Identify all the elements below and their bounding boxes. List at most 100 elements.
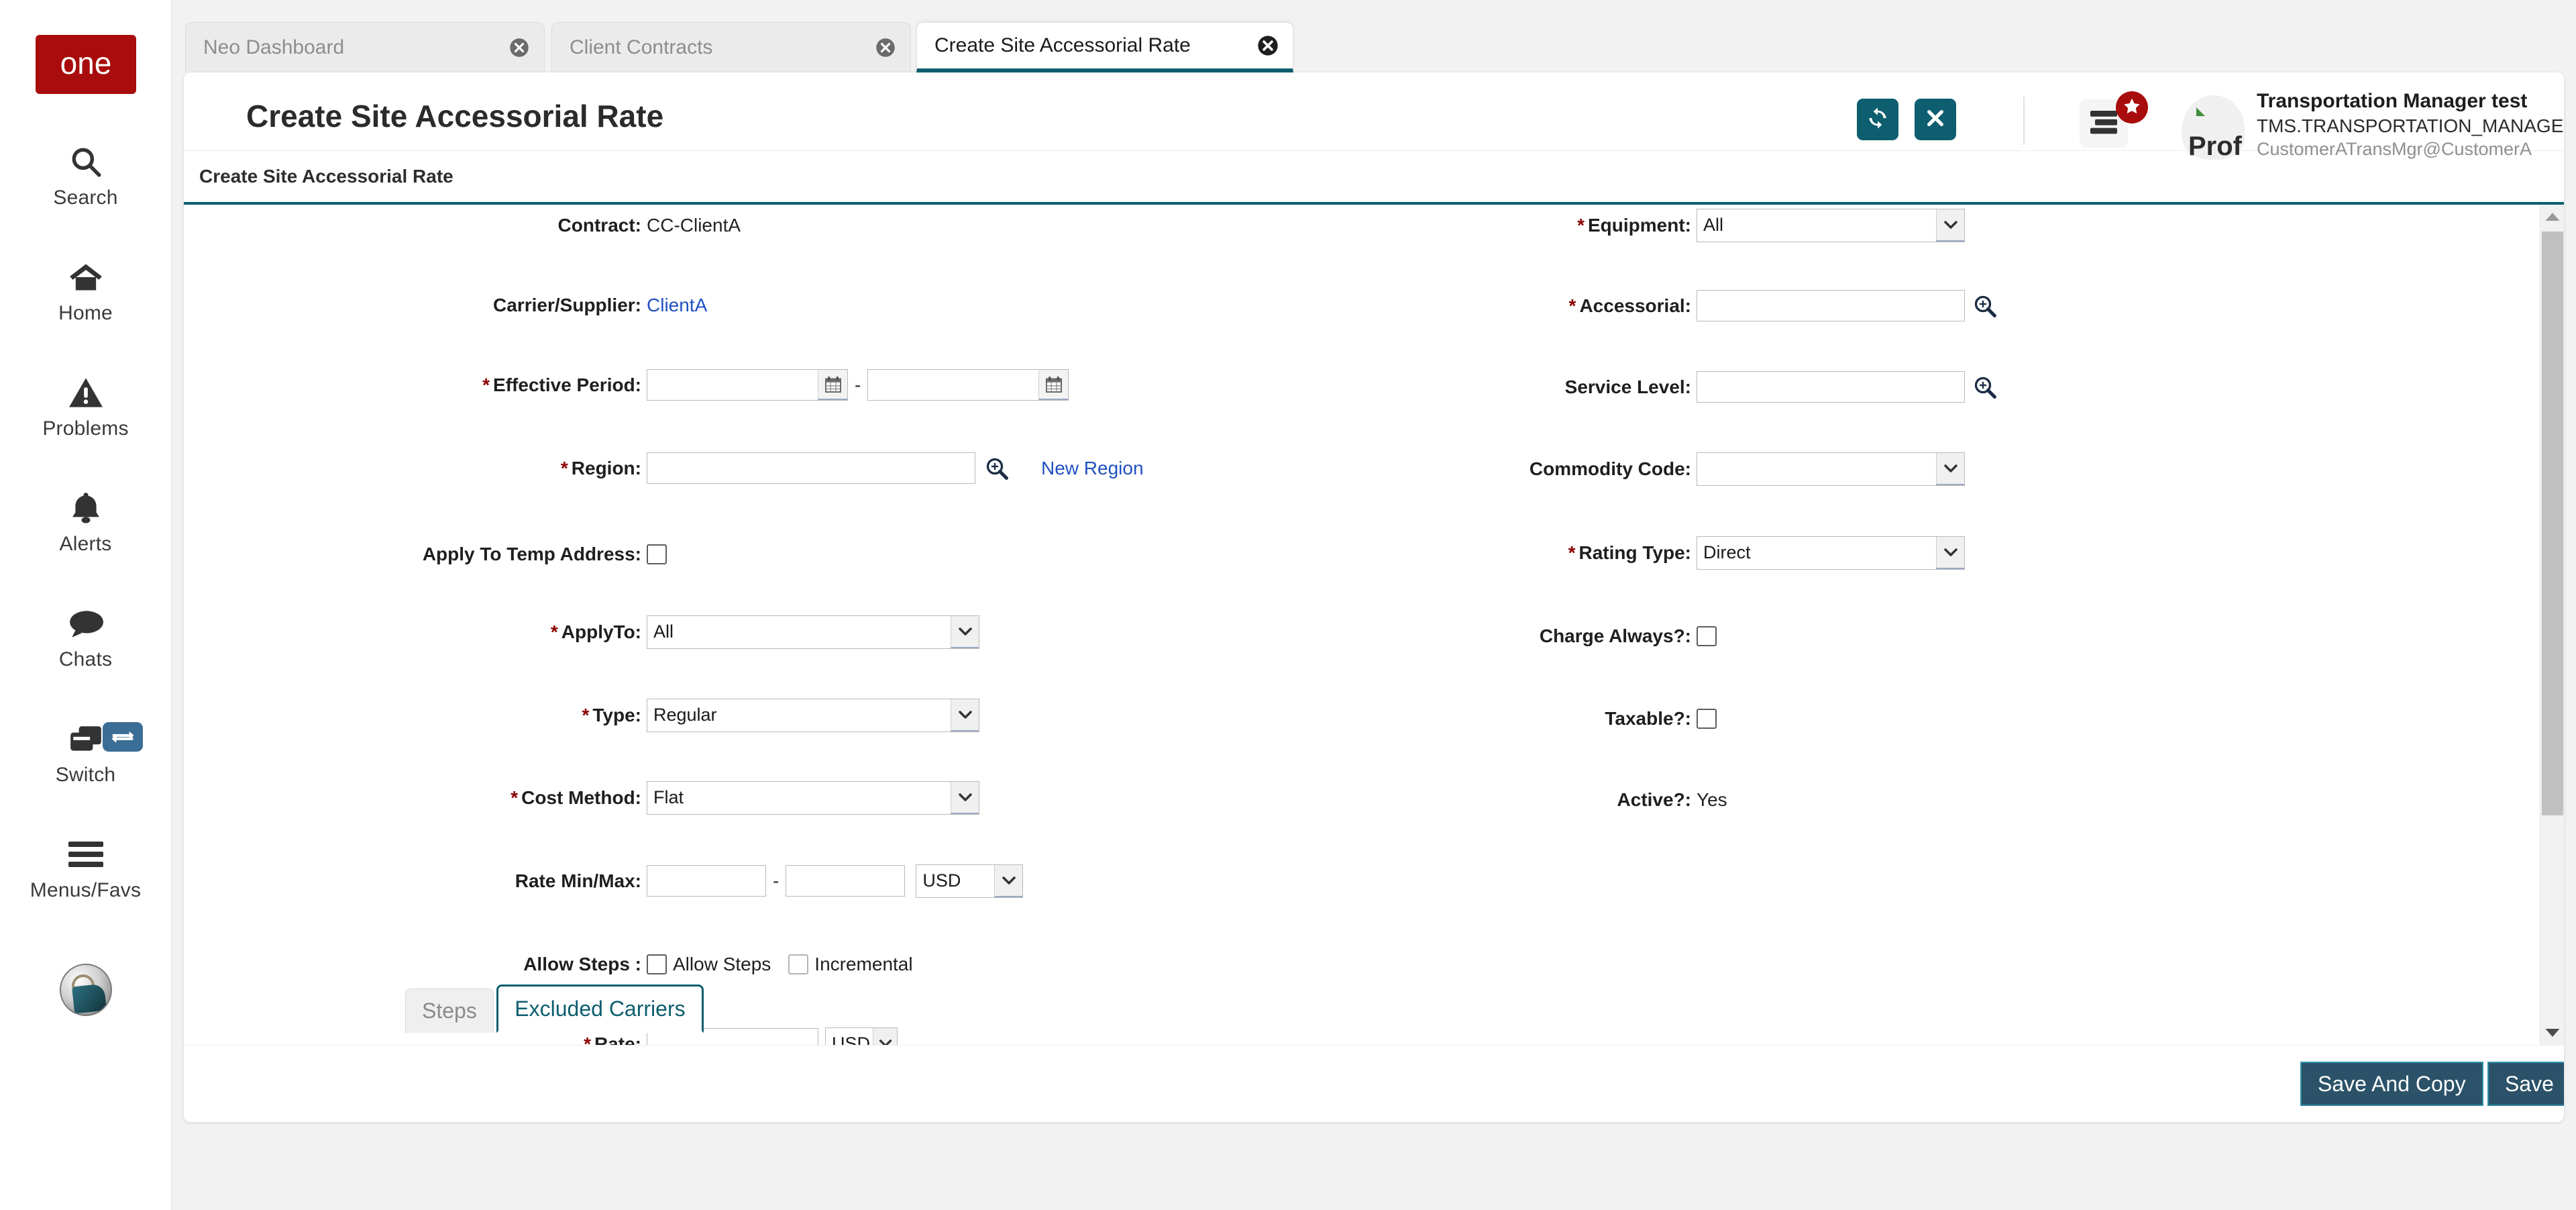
service-level-search-icon[interactable] [1965, 375, 1997, 399]
field-row-accessorial: *Accessorial: [1324, 285, 2330, 326]
switch-toggle-badge[interactable] [103, 722, 143, 752]
sidebar-item-problems[interactable]: Problems [15, 372, 156, 440]
rate-min-max-separator: - [766, 870, 786, 892]
form-scroll-thumb[interactable] [2542, 232, 2563, 815]
taxable-checkbox[interactable] [1697, 709, 1717, 729]
field-row-type: *Type: Regular [184, 695, 1324, 736]
rate-min-input[interactable] [647, 865, 766, 897]
calendar-icon[interactable] [818, 370, 847, 400]
field-row-active: Active?: Yes [1324, 779, 2330, 820]
tab-excluded-carriers[interactable]: Excluded Carriers [496, 985, 703, 1033]
calendar-icon[interactable] [1038, 370, 1068, 400]
field-row-charge-always: Charge Always?: [1324, 615, 2330, 656]
service-level-label: Service Level: [1324, 376, 1697, 398]
charge-always-label: Charge Always?: [1324, 625, 1697, 647]
apply-temp-address-checkbox[interactable] [647, 544, 667, 564]
equipment-selected-value: All [1703, 215, 1723, 236]
header-divider [2023, 97, 2025, 145]
refresh-icon [1866, 107, 1889, 133]
region-search-icon[interactable] [975, 456, 1009, 481]
sidebar-item-home[interactable]: Home [15, 256, 156, 325]
commodity-code-select[interactable] [1697, 452, 1965, 486]
button-label: Save And Copy [2318, 1072, 2466, 1097]
type-select[interactable]: Regular [647, 699, 979, 732]
equipment-select[interactable]: All [1697, 209, 1965, 242]
service-level-input[interactable] [1697, 371, 1965, 403]
sidebar-item-search[interactable]: Search [15, 141, 156, 209]
tab-neo-dashboard[interactable]: Neo Dashboard [185, 22, 545, 72]
panel-subtitle: Create Site Accessorial Rate [199, 166, 453, 187]
incremental-checkbox[interactable] [788, 954, 808, 974]
region-label: *Region: [184, 458, 647, 479]
applyto-selected-value: All [653, 621, 674, 642]
rating-type-selected-value: Direct [1703, 542, 1751, 563]
close-icon[interactable] [874, 36, 897, 59]
contract-value: CC-ClientA [647, 215, 741, 236]
cost-method-select[interactable]: Flat [647, 781, 979, 815]
effective-period-to-wrap [867, 369, 1069, 401]
field-row-allow-steps: Allow Steps : Allow Steps Incremental [184, 944, 1324, 985]
user-role: TMS.TRANSPORTATION_MANAGER [2257, 115, 2564, 137]
tab-steps[interactable]: Steps [405, 989, 494, 1033]
warning-triangle-icon [62, 372, 109, 413]
page-content-card: Create Site Accessorial Rate [184, 72, 2564, 1122]
sidebar-item-label: Problems [42, 417, 128, 440]
rating-type-select[interactable]: Direct [1697, 536, 1965, 570]
field-row-rating-type: *Rating Type: Direct [1324, 532, 2330, 573]
save-and-copy-button[interactable]: Save And Copy [2300, 1062, 2483, 1106]
form-left-column: Contract: CC-ClientA Carrier/Supplier: C… [184, 205, 1324, 655]
rate-min-max-currency-select[interactable]: USD [916, 864, 1023, 898]
commodity-code-label: Commodity Code: [1324, 458, 1697, 480]
accessorial-label: *Accessorial: [1324, 295, 1697, 317]
new-region-link[interactable]: New Region [1009, 458, 1144, 479]
one-logo[interactable]: one [36, 35, 136, 94]
scroll-up-icon[interactable] [2540, 205, 2564, 229]
browser-tabstrip: Neo Dashboard Client Contracts Create Si… [172, 0, 2576, 72]
rate-currency-value: USD [832, 1033, 870, 1045]
contract-label: Contract: [184, 215, 647, 236]
sidebar-item-alerts[interactable]: Alerts [15, 487, 156, 556]
region-input[interactable] [647, 452, 975, 484]
carrier-supplier-label: Carrier/Supplier: [184, 295, 647, 316]
form-vertical-scrollbar[interactable] [2540, 205, 2564, 1045]
field-row-rate-min-max: Rate Min/Max: - USD [184, 860, 1324, 901]
favorites-star-badge[interactable] [2116, 91, 2148, 123]
effective-period-separator: - [848, 374, 867, 396]
sidebar-item-menus-favs[interactable]: Menus/Favs [15, 834, 156, 902]
required-asterisk: * [1577, 215, 1588, 236]
allow-steps-checkbox[interactable] [647, 954, 667, 974]
chevron-down-icon [951, 616, 979, 648]
applyto-select[interactable]: All [647, 615, 979, 649]
field-row-equipment: *Equipment: All [1324, 205, 2330, 246]
allow-steps-checkbox-label: Allow Steps [667, 954, 788, 975]
scroll-down-icon[interactable] [2540, 1021, 2564, 1045]
close-icon[interactable] [1256, 34, 1279, 57]
sidebar-user-avatar[interactable] [60, 964, 112, 1016]
sidebar-item-switch[interactable]: Switch [15, 718, 156, 787]
footer-action-bar: Save And Copy Save Close [184, 1045, 2564, 1122]
rating-type-label: *Rating Type: [1324, 542, 1697, 564]
close-page-button[interactable] [1915, 99, 1956, 140]
refresh-button[interactable] [1857, 99, 1898, 140]
tab-client-contracts[interactable]: Client Contracts [551, 22, 911, 72]
page-title: Create Site Accessorial Rate [246, 98, 663, 134]
carrier-supplier-link[interactable]: ClientA [647, 295, 707, 316]
applyto-label: *ApplyTo: [184, 621, 647, 643]
sidebar-item-label: Menus/Favs [30, 879, 141, 902]
field-row-contract: Contract: CC-ClientA [184, 205, 1324, 246]
rate-max-input[interactable] [786, 865, 905, 897]
menu-list-icon [2090, 109, 2117, 138]
cost-method-label: *Cost Method: [184, 787, 647, 809]
cost-method-selected-value: Flat [653, 787, 684, 808]
rate-min-max-label: Rate Min/Max: [184, 870, 647, 892]
accessorial-search-icon[interactable] [1965, 294, 1997, 318]
sidebar-item-chats[interactable]: Chats [15, 603, 156, 671]
tab-create-site-accessorial-rate[interactable]: Create Site Accessorial Rate [916, 22, 1293, 72]
rate-currency-select[interactable]: USD [825, 1027, 898, 1046]
accessorial-input[interactable] [1697, 290, 1965, 321]
charge-always-checkbox[interactable] [1697, 626, 1717, 646]
close-icon[interactable] [508, 36, 531, 59]
field-row-commodity-code: Commodity Code: [1324, 448, 2330, 489]
save-button[interactable]: Save [2487, 1062, 2564, 1106]
hamburger-icon [62, 834, 109, 875]
